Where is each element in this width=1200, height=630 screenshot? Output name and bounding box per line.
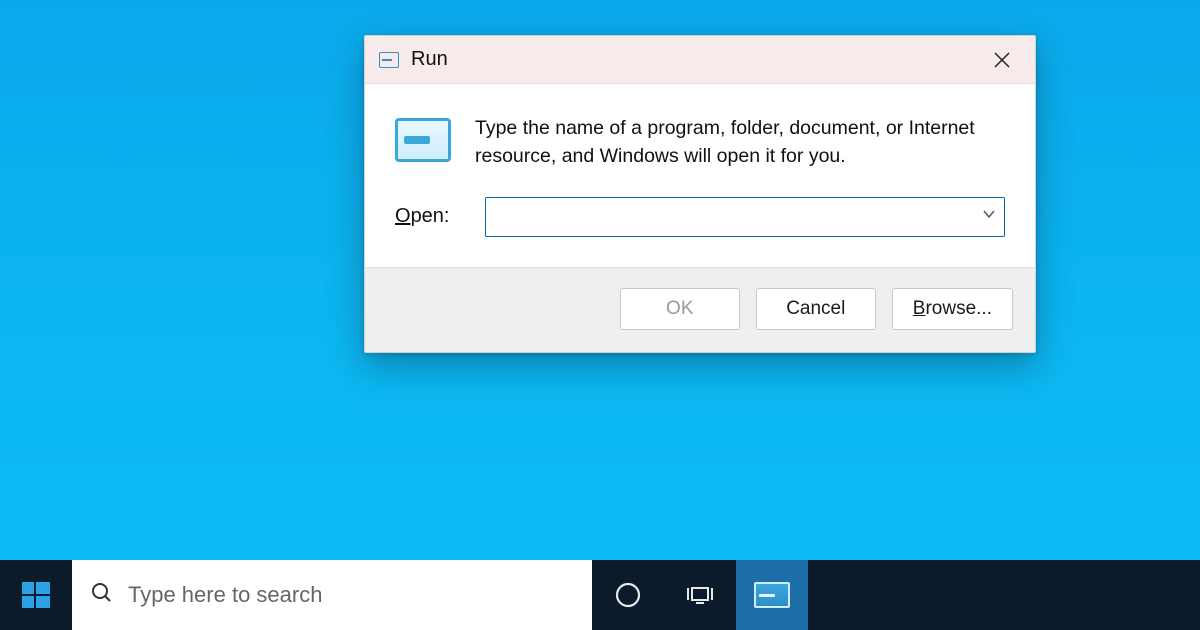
taskbar-search[interactable] [72, 560, 592, 630]
ok-button[interactable]: OK [620, 288, 740, 330]
cortana-button[interactable] [592, 560, 664, 630]
run-large-icon [395, 118, 451, 162]
open-combobox[interactable] [485, 197, 1005, 237]
chevron-down-icon[interactable] [982, 207, 996, 226]
browse-button[interactable]: Browse... [892, 288, 1013, 330]
dialog-description: Type the name of a program, folder, docu… [475, 114, 1005, 171]
titlebar[interactable]: Run [365, 36, 1035, 84]
dialog-footer: OK Cancel Browse... [365, 267, 1035, 352]
task-view-button[interactable] [664, 560, 736, 630]
open-input[interactable] [494, 206, 982, 227]
cancel-button[interactable]: Cancel [756, 288, 876, 330]
close-icon [993, 51, 1011, 69]
run-taskbar-icon [754, 582, 790, 608]
run-dialog: Run Type the name of a program, folder, … [364, 35, 1036, 353]
task-view-icon [685, 580, 715, 610]
circle-icon [613, 580, 643, 610]
open-row: Open: [365, 185, 1035, 267]
dialog-title: Run [411, 48, 448, 71]
windows-logo-icon [20, 579, 52, 611]
taskbar-app-run[interactable] [736, 560, 808, 630]
taskbar [0, 560, 1200, 630]
open-label: Open: [395, 205, 465, 228]
start-button[interactable] [0, 560, 72, 630]
dialog-body: Type the name of a program, folder, docu… [365, 84, 1035, 185]
taskbar-search-input[interactable] [128, 582, 574, 608]
run-title-icon [379, 52, 399, 68]
search-icon [90, 581, 114, 610]
close-button[interactable] [975, 36, 1029, 83]
